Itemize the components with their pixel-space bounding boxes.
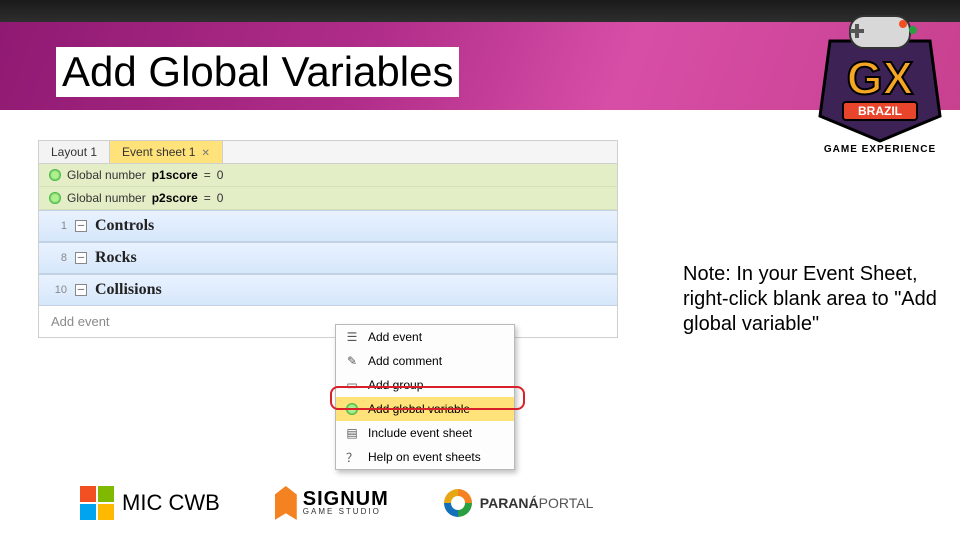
close-icon[interactable]: ✕ [201,148,209,159]
add-event-link[interactable]: Add event [39,306,617,337]
svg-text:GX: GX [847,52,914,104]
microsoft-icon [80,486,114,520]
sheet-icon: ▤ [344,425,360,441]
menu-label: Add event [368,330,422,344]
row-number: 8 [49,252,67,264]
gv1-value: 0 [217,168,224,182]
menu-label: Add comment [368,354,442,368]
gv1-prefix: Global number [67,168,146,182]
tab-layout[interactable]: Layout 1 [39,141,110,163]
note-text: Note: In your Event Sheet, right-click b… [683,262,938,337]
mic-cwb-logo: MIC CWB [80,486,220,520]
group-label: Collisions [95,281,162,299]
comment-icon: ✎ [344,353,360,369]
signum-flag-icon [275,486,297,520]
footer-logos: MIC CWB SIGNUMGAME STUDIO PARANÁPORTAL [80,486,593,520]
global-var-row-1[interactable]: Global number p1score = 0 [39,164,617,187]
row-number: 10 [49,284,67,296]
globe-icon [344,401,360,417]
tab-bar: Layout 1 Event sheet 1 ✕ [39,141,617,164]
context-menu: ☰ Add event ✎ Add comment ▭ Add group Add g… [335,324,515,470]
signum-logo: SIGNUMGAME STUDIO [275,486,389,520]
menu-label: Add group [368,378,423,392]
group-label: Controls [95,217,154,235]
menu-help[interactable]: ？ Help on event sheets [336,445,514,469]
group-row-collisions[interactable]: 10 ─ Collisions [39,274,617,306]
tab-sheet-label: Event sheet 1 [122,145,195,159]
menu-label: Help on event sheets [368,450,481,464]
gx-logo-icon: GX BRAZIL [815,6,945,146]
menu-include-sheet[interactable]: ▤ Include event sheet [336,421,514,445]
gv2-value: 0 [217,191,224,205]
group-label: Rocks [95,249,137,267]
collapse-icon[interactable]: ─ [75,284,87,296]
gv1-name: p1score [152,168,198,182]
collapse-icon[interactable]: ─ [75,220,87,232]
gx-brazil-badge: GX BRAZIL GAME EXPERIENCE [815,6,945,155]
globe-icon [49,192,61,204]
gv2-prefix: Global number [67,191,146,205]
menu-label: Add global variable [368,402,470,416]
menu-add-comment[interactable]: ✎ Add comment [336,349,514,373]
menu-add-group[interactable]: ▭ Add group [336,373,514,397]
collapse-icon[interactable]: ─ [75,252,87,264]
signum-text-a: SIGNUM [303,490,389,508]
globe-icon [49,169,61,181]
menu-add-global-variable[interactable]: Add global variable [336,397,514,421]
group-row-controls[interactable]: 1 ─ Controls [39,210,617,242]
parana-ring-icon [444,489,472,517]
gv1-eq: = [204,168,211,182]
menu-label: Include event sheet [368,426,472,440]
event-sheet-editor: Layout 1 Event sheet 1 ✕ Global number p1… [38,140,618,338]
mic-text-b: CWB [162,490,219,515]
mic-text-a: MIC [122,490,162,515]
gx-caption: GAME EXPERIENCE [815,144,945,155]
signum-text-b: GAME STUDIO [303,508,389,515]
gv2-name: p2score [152,191,198,205]
gx-brazil-text: BRAZIL [858,104,902,118]
tab-layout-label: Layout 1 [51,145,97,159]
group-icon: ▭ [344,377,360,393]
parana-text-a: PARANÁ [480,495,539,511]
group-row-rocks[interactable]: 8 ─ Rocks [39,242,617,274]
menu-add-event[interactable]: ☰ Add event [336,325,514,349]
event-icon: ☰ [344,329,360,345]
row-number: 1 [49,220,67,232]
gv2-eq: = [204,191,211,205]
slide-title: Add Global Variables [56,47,459,97]
global-var-row-2[interactable]: Global number p2score = 0 [39,187,617,210]
help-icon: ？ [344,449,360,465]
tab-event-sheet[interactable]: Event sheet 1 ✕ [110,141,223,163]
parana-portal-logo: PARANÁPORTAL [444,489,594,517]
parana-text-b: PORTAL [539,495,594,511]
